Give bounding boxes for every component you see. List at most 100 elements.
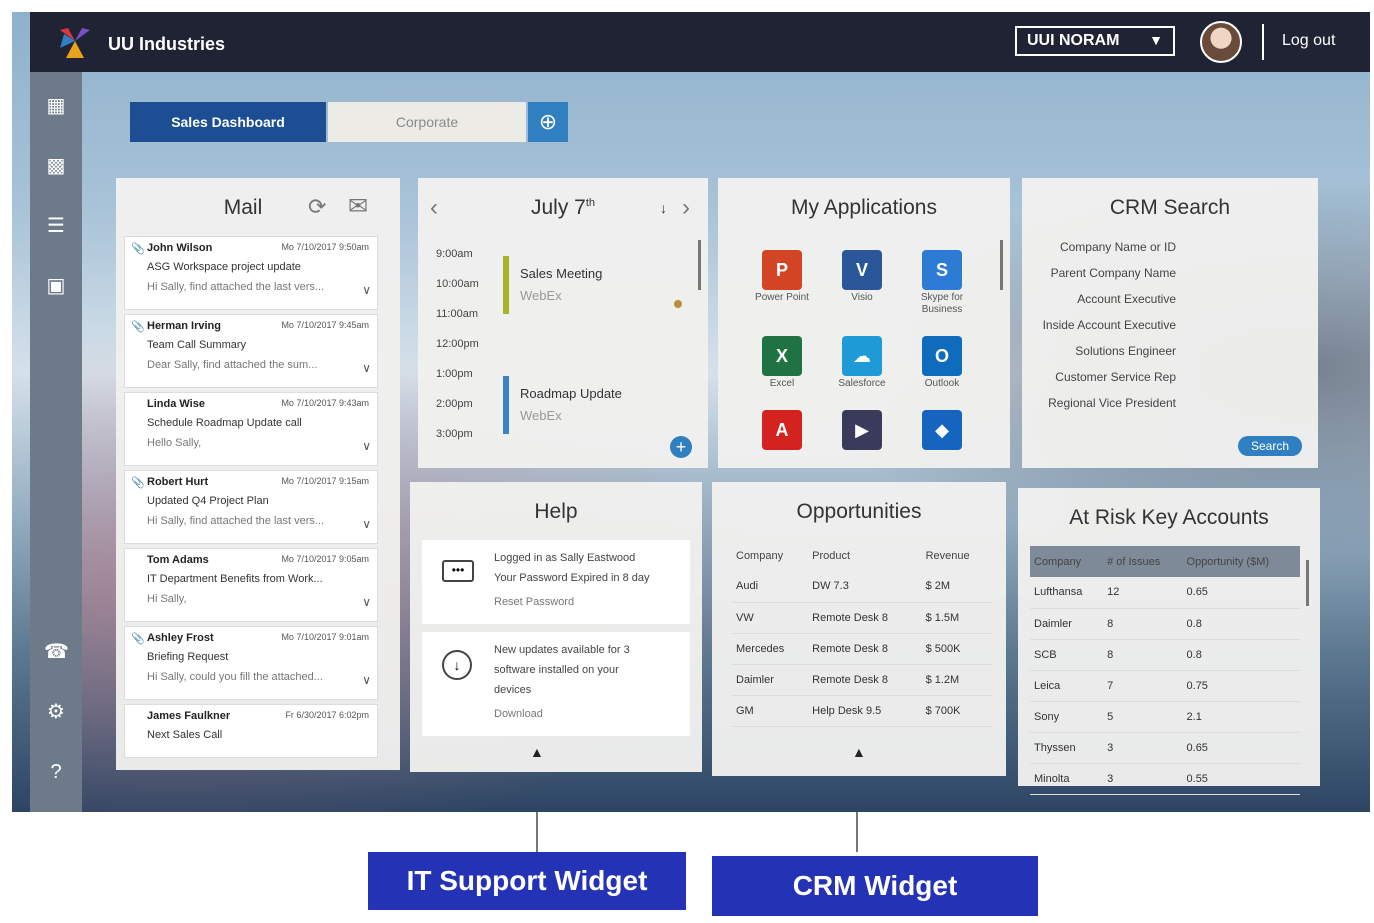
mail-item[interactable]: James Faulkner Fr 6/30/2017 6:02pm Next …: [124, 704, 378, 758]
app-tile-media-player[interactable]: ▶: [822, 410, 902, 450]
compose-mail-icon[interactable]: ✉: [348, 192, 368, 221]
cell: 0.75: [1182, 670, 1300, 702]
update-text: New updates available for 3: [494, 644, 630, 656]
mail-item[interactable]: 📎 Robert Hurt Mo 7/10/2017 9:15am Update…: [124, 470, 378, 544]
mail-widget: Mail ⟳ ✉ 📎 John Wilson Mo 7/10/2017 9:50…: [116, 178, 400, 770]
table-row[interactable]: VW Remote Desk 8 $ 1.5M: [732, 602, 992, 634]
app-tile-skype[interactable]: S Skype for Business: [902, 250, 982, 316]
table-row[interactable]: Sony 5 2.1: [1030, 701, 1300, 733]
tab-sales-dashboard[interactable]: Sales Dashboard: [130, 102, 326, 142]
applications-title: My Applications: [791, 196, 937, 219]
table-row[interactable]: Thyssen 3 0.65: [1030, 732, 1300, 764]
app-label: Salesforce: [838, 378, 886, 389]
list-icon[interactable]: ☰: [44, 214, 68, 238]
app-label: Skype for Business: [920, 292, 964, 315]
chevron-right-icon[interactable]: ›: [682, 194, 690, 222]
scrollbar[interactable]: [1000, 240, 1003, 290]
chevron-down-icon[interactable]: ∨: [362, 283, 371, 297]
parent-company-input[interactable]: [1188, 266, 1298, 282]
table-row[interactable]: Leica 7 0.75: [1030, 670, 1300, 702]
phone-icon[interactable]: ☎: [44, 640, 69, 664]
app-tile-outlook[interactable]: O Outlook: [902, 336, 982, 390]
cell: Daimler: [732, 664, 809, 696]
app-tile-pdf[interactable]: A: [742, 410, 822, 450]
field-label: Parent Company Name: [1050, 266, 1176, 280]
table-row[interactable]: GM Help Desk 9.5 $ 700K: [732, 695, 992, 727]
chevron-down-icon[interactable]: ∨: [362, 673, 371, 687]
layout-icon[interactable]: ▣: [44, 274, 68, 298]
cell: GM: [732, 695, 809, 727]
powerpoint-icon: P: [762, 250, 802, 290]
app-label: Excel: [769, 378, 795, 389]
event-title[interactable]: Roadmap Update: [520, 386, 622, 401]
field-label: Solutions Engineer: [1075, 344, 1176, 358]
add-tab-button[interactable]: ⊕: [528, 102, 568, 142]
table-row[interactable]: Daimler 8 0.8: [1030, 608, 1300, 640]
table-row[interactable]: Daimler Remote Desk 8 $ 1.2M: [732, 664, 992, 696]
mail-date: Fr 6/30/2017 6:02pm: [285, 710, 369, 720]
table-row[interactable]: Minolta 3 0.55: [1030, 763, 1300, 795]
table-row[interactable]: Mercedes Remote Desk 8 $ 500K: [732, 633, 992, 665]
add-event-button[interactable]: +: [670, 436, 692, 458]
callout-connector: [536, 812, 538, 852]
chevron-down-icon[interactable]: ∨: [362, 517, 371, 531]
cell: DW 7.3: [808, 571, 922, 603]
avatar[interactable]: [1200, 21, 1242, 63]
field-label: Customer Service Rep: [1055, 370, 1176, 384]
table-row[interactable]: SCB 8 0.8: [1030, 639, 1300, 671]
search-button[interactable]: Search: [1238, 436, 1302, 456]
time-label: 11:00am: [436, 308, 478, 320]
customer-service-rep-input[interactable]: [1188, 370, 1298, 386]
chevron-down-icon[interactable]: ∨: [362, 595, 371, 609]
scrollbar[interactable]: [1306, 560, 1309, 606]
calendar-widget: ‹ July 7th ↓ › 9:00am 10:00am 11:00am 12…: [418, 178, 708, 468]
app-tile-salesforce[interactable]: ☁ Salesforce: [822, 336, 902, 390]
cell: SCB: [1030, 639, 1104, 671]
event-subtitle: WebEx: [520, 408, 562, 423]
scrollbar[interactable]: [698, 240, 701, 290]
region-selector[interactable]: UUI NORAM ▼: [1015, 26, 1175, 56]
app-tile-excel[interactable]: X Excel: [742, 336, 822, 390]
table-row[interactable]: Lufthansa 12 0.65: [1030, 577, 1300, 609]
sort-down-icon[interactable]: ↓: [660, 200, 667, 216]
cell: $ 1.5M: [921, 602, 992, 634]
cell: 0.65: [1182, 577, 1300, 609]
event-color-bar: [503, 256, 509, 314]
apps-grid-icon[interactable]: ▩: [44, 154, 68, 178]
mail-preview: Hi Sally,: [147, 593, 187, 605]
mail-item[interactable]: Linda Wise Mo 7/10/2017 9:43am Schedule …: [124, 392, 378, 466]
account-executive-input[interactable]: [1188, 292, 1298, 308]
app-tile-visio[interactable]: V Visio: [822, 250, 902, 304]
mail-item[interactable]: 📎 Herman Irving Mo 7/10/2017 9:45am Team…: [124, 314, 378, 388]
mail-item[interactable]: 📎 John Wilson Mo 7/10/2017 9:50am ASG Wo…: [124, 236, 378, 310]
column-header: Company: [736, 549, 784, 562]
opportunities-widget: Opportunities Company Product Revenue Au…: [712, 482, 1006, 776]
gear-icon[interactable]: ⚙: [44, 700, 68, 724]
inside-account-executive-input[interactable]: [1188, 318, 1298, 334]
chevron-down-icon: ▼: [1149, 32, 1163, 48]
help-icon[interactable]: ?: [44, 760, 68, 784]
dashboard-icon[interactable]: ▦: [44, 94, 68, 118]
mail-item[interactable]: 📎 Ashley Frost Mo 7/10/2017 9:01am Brief…: [124, 626, 378, 700]
tab-corporate[interactable]: Corporate: [328, 102, 526, 142]
chevron-down-icon[interactable]: ∨: [362, 361, 371, 375]
download-link[interactable]: Download: [494, 708, 543, 720]
refresh-icon[interactable]: ⟳: [308, 194, 326, 220]
cell: Lufthansa: [1030, 577, 1104, 609]
event-title[interactable]: Sales Meeting: [520, 266, 602, 281]
company-name-input[interactable]: [1188, 240, 1298, 256]
app-tile-powerpoint[interactable]: P Power Point: [742, 250, 822, 304]
chevron-down-icon[interactable]: ∨: [362, 439, 371, 453]
regional-vp-input[interactable]: [1188, 396, 1298, 412]
table-row[interactable]: Audi DW 7.3 $ 2M: [732, 571, 992, 603]
cell: 8: [1103, 639, 1183, 671]
logout-link[interactable]: Log out: [1282, 32, 1335, 50]
solutions-engineer-input[interactable]: [1188, 344, 1298, 360]
cell: Daimler: [1030, 608, 1104, 640]
top-bar: UU Industries UUI NORAM ▼ Log out: [30, 12, 1370, 72]
attachment-icon: 📎: [131, 243, 145, 255]
company-logo-icon: [60, 28, 90, 58]
reset-password-link[interactable]: Reset Password: [494, 596, 574, 608]
app-tile-dropbox[interactable]: ◆: [902, 410, 982, 450]
mail-item[interactable]: Tom Adams Mo 7/10/2017 9:05am IT Departm…: [124, 548, 378, 622]
